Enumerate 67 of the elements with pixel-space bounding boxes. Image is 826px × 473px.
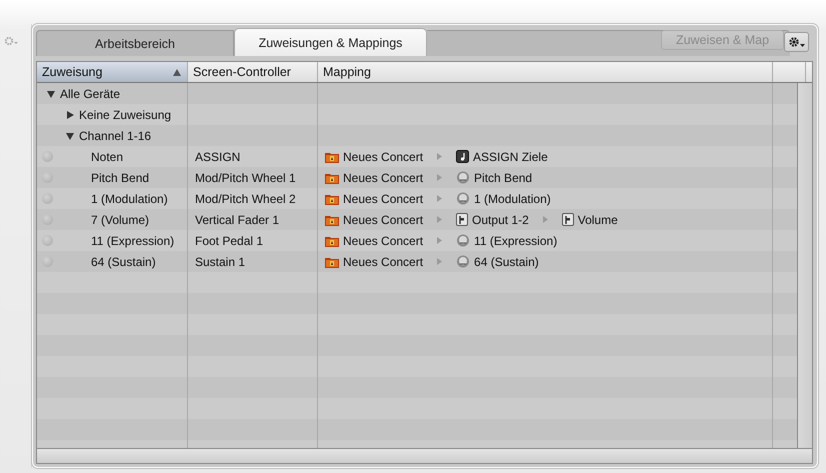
knob-icon: [456, 255, 470, 268]
mapping-target: Neues Concert: [343, 212, 424, 226]
settings-button[interactable]: [784, 32, 809, 52]
knob-icon: [456, 171, 470, 184]
controller-name: Vertical Fader 1: [195, 212, 280, 226]
arrow-icon: [437, 237, 442, 244]
status-light-icon: [42, 214, 53, 225]
mapping-target: Neues Concert: [343, 254, 424, 268]
folder-icon: [325, 150, 339, 162]
gear-icon: [788, 36, 806, 48]
column-header[interactable]: Screen-Controller: [188, 62, 318, 82]
controller-name: Foot Pedal 1: [195, 234, 264, 248]
fader-icon: [456, 213, 468, 226]
assignment-name[interactable]: 7 (Volume): [91, 212, 150, 226]
tab[interactable]: Zuweisungen & Mappings: [234, 28, 427, 56]
mapping-target: Neues Concert: [343, 150, 424, 164]
controller-name: Mod/Pitch Wheel 2: [195, 192, 296, 206]
column-header[interactable]: Mapping: [318, 62, 773, 82]
arrow-icon: [437, 195, 442, 202]
disclosure-triangle-icon[interactable]: [66, 110, 74, 118]
arrow-icon: [437, 216, 442, 223]
tree-item-label[interactable]: Keine Zuweisung: [79, 108, 172, 122]
assignment-name[interactable]: 1 (Modulation): [91, 192, 168, 206]
disclosure-triangle-icon[interactable]: [47, 90, 55, 98]
folder-icon: [325, 172, 339, 184]
fader-icon: [562, 213, 574, 226]
assignment-name[interactable]: 11 (Expression): [91, 234, 174, 248]
knob-icon: [456, 234, 470, 247]
status-light-icon: [42, 193, 53, 204]
arrow-icon: [437, 258, 442, 265]
mapping-target: Volume: [578, 212, 618, 226]
folder-icon: [325, 256, 339, 268]
disclosure-triangle-icon[interactable]: [66, 132, 74, 140]
mapping-target: Pitch Bend: [474, 170, 532, 184]
mapping-target: Output 1-2: [472, 212, 529, 226]
mapping-target: Neues Concert: [343, 192, 424, 206]
assignment-name[interactable]: Noten: [91, 150, 124, 164]
arrow-icon: [437, 174, 442, 181]
mapping-target: 1 (Modulation): [474, 192, 551, 206]
tree-item-label[interactable]: Alle Geräte: [60, 86, 120, 100]
tree-item-label[interactable]: Channel 1-16: [79, 128, 152, 142]
assignment-name[interactable]: 64 (Sustain): [91, 254, 156, 268]
status-light-icon: [42, 256, 53, 267]
folder-icon: [325, 234, 339, 246]
mapping-target: ASSIGN Ziele: [473, 150, 548, 164]
knob-icon: [456, 192, 470, 205]
note-icon: [456, 150, 470, 163]
status-light-icon: [42, 151, 53, 162]
controller-name: Mod/Pitch Wheel 1: [195, 170, 296, 184]
mapping-target: Neues Concert: [343, 170, 424, 184]
assignment-name[interactable]: Pitch Bend: [91, 170, 150, 184]
folder-icon: [325, 192, 339, 204]
arrow-icon: [542, 216, 548, 223]
controller-name: Sustain 1: [195, 254, 246, 268]
column-header[interactable]: Zuweisung: [37, 62, 188, 82]
vertical-scrollbar[interactable]: [797, 83, 812, 448]
status-light-icon: [42, 235, 53, 246]
arrow-icon: [437, 153, 442, 160]
controller-name: ASSIGN: [195, 150, 240, 164]
mapping-target: Neues Concert: [343, 234, 424, 248]
mapping-target: 64 (Sustain): [474, 254, 539, 268]
horizontal-scrollbar[interactable]: [37, 448, 812, 463]
sort-ascending-icon: [173, 68, 181, 76]
tab[interactable]: Arbeitsbereich: [36, 30, 234, 56]
status-light-icon: [42, 172, 53, 183]
mapping-target: 11 (Expression): [474, 234, 558, 248]
folder-icon: [325, 214, 339, 226]
